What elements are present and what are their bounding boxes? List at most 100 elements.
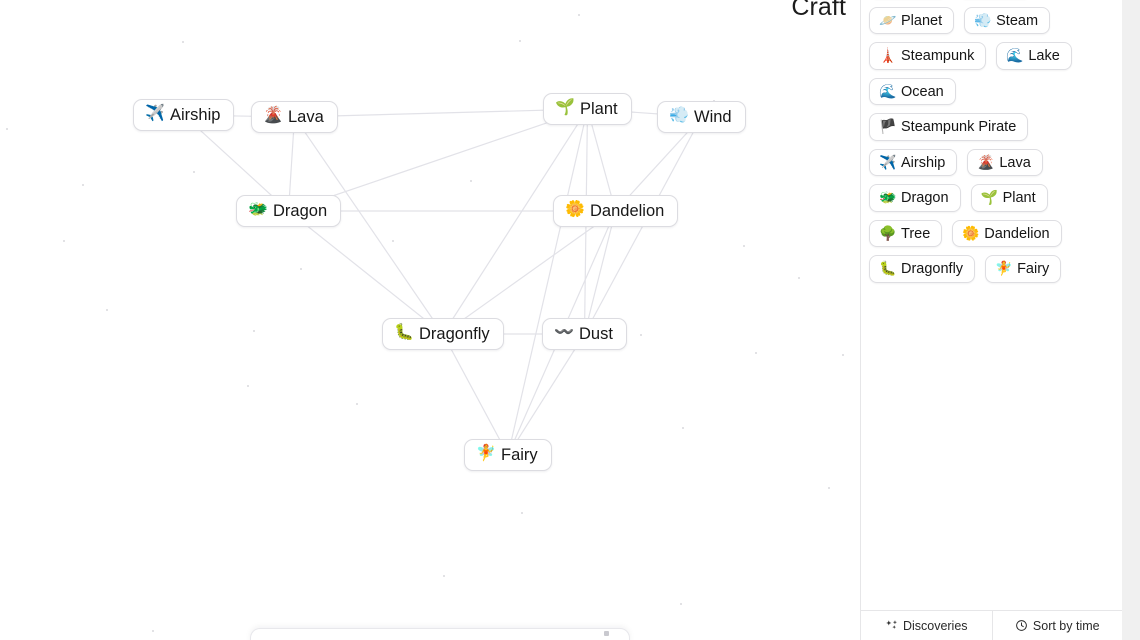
- background-dot: [82, 184, 84, 186]
- airship-icon: ✈️: [879, 153, 897, 170]
- graph-edge: [288, 210, 444, 335]
- discovery-chip-label: Fairy: [1017, 261, 1050, 277]
- discovery-chip-label: Planet: [901, 12, 943, 29]
- background-dot: [6, 128, 8, 130]
- airship-icon: ✈️: [145, 105, 165, 123]
- graph-node-fairy[interactable]: 🧚 Fairy: [464, 439, 552, 471]
- discovery-chip-steam[interactable]: 💨 Steam: [964, 6, 1051, 34]
- discovery-chip-lake[interactable]: 🌊 Lake: [996, 42, 1072, 70]
- lighthouse-icon: 🗼: [879, 47, 897, 64]
- graph-node-label: Plant: [580, 100, 618, 118]
- discovery-chip-ocean[interactable]: 🌊 Ocean: [869, 77, 956, 105]
- discovery-chip-dragon[interactable]: 🐲 Dragon: [869, 184, 961, 212]
- graph-node-lava[interactable]: 🌋 Lava: [251, 101, 338, 133]
- background-dot: [356, 403, 358, 405]
- graph-node-label: Dust: [579, 325, 613, 343]
- background-dot: [798, 277, 800, 279]
- dragon-icon: 🐲: [248, 201, 268, 219]
- seedling-icon: 🌱: [980, 189, 998, 206]
- discovery-chip-lava[interactable]: 🌋 Lava: [967, 148, 1043, 176]
- discoveries-list: 🌍Earth〰️Dust🪐Planet💨Steam🗼Steampunk🌊Lake…: [869, 0, 1114, 283]
- discovery-chip-label: Tree: [901, 225, 931, 242]
- background-dot: [392, 240, 394, 242]
- discovery-chip-label: Steampunk: [901, 48, 975, 64]
- wind-icon: 💨: [669, 107, 689, 125]
- graph-node-dust[interactable]: 〰️ Dust: [542, 318, 627, 350]
- graph-node-label: Dragon: [273, 202, 328, 220]
- discovery-chip-planet[interactable]: 🪐 Planet: [869, 6, 955, 34]
- graph-node-plant[interactable]: 🌱 Plant: [543, 93, 632, 125]
- background-dot: [63, 240, 65, 242]
- graph-node-label: Lava: [288, 108, 324, 126]
- background-dot: [828, 487, 830, 489]
- graph-node-dandelion[interactable]: 🌼 Dandelion: [553, 195, 679, 227]
- discovery-chip-steampunk-pirate[interactable]: 🏴 Steampunk Pirate: [869, 113, 1029, 141]
- background-dot: [152, 630, 154, 632]
- page-title: Craft: [791, 0, 846, 21]
- discovery-chip-label: Plant: [1002, 190, 1036, 206]
- dashing-away-icon: 💨: [974, 11, 992, 28]
- discovery-chip-steampunk[interactable]: 🗼 Steampunk: [869, 42, 987, 70]
- background-dot: [106, 309, 108, 311]
- background-dot: [193, 171, 195, 173]
- discovery-chip-label: Lake: [1028, 48, 1060, 64]
- background-dot: [640, 334, 642, 336]
- discovery-chip-label: Ocean: [901, 83, 944, 100]
- discoveries-button[interactable]: Discoveries: [861, 611, 992, 640]
- background-dot: [842, 354, 844, 356]
- black-flag-icon: 🏴: [879, 118, 897, 135]
- craft-app: ✈️ Airship 🌋 Lava 🌱 Plant 💨 Wind 🐲 Dragon 🌼 Dandeli…: [0, 0, 1140, 640]
- discoveries-sidebar: 🌍Earth〰️Dust🪐Planet💨Steam🗼Steampunk🌊Lake…: [860, 0, 1122, 640]
- background-dot: [521, 512, 523, 514]
- graph-edge: [583, 210, 617, 335]
- discovery-chip-airship[interactable]: ✈️ Airship: [869, 148, 958, 176]
- window-scrollbar-track[interactable]: [1122, 0, 1140, 640]
- fairy-icon: 🧚: [476, 445, 496, 463]
- bottom-sheet-peek[interactable]: [250, 628, 630, 640]
- graph-node-airship[interactable]: ✈️ Airship: [133, 99, 235, 131]
- caterpillar-icon: 🐛: [394, 324, 414, 342]
- graph-edge: [442, 210, 616, 335]
- discovery-chip-tree[interactable]: 🌳 Tree: [869, 219, 943, 247]
- caterpillar-icon: 🐛: [879, 260, 897, 277]
- seedling-icon: 🌱: [555, 99, 575, 117]
- water-wave-icon: 🌊: [879, 82, 897, 99]
- graph-node-dragonfly[interactable]: 🐛 Dragonfly: [382, 318, 504, 350]
- ringed-planet-icon: 🪐: [879, 11, 897, 28]
- blossom-icon: 🌼: [565, 201, 585, 219]
- graph-node-label: Fairy: [501, 446, 538, 464]
- discoveries-scroll-area[interactable]: 🌍Earth〰️Dust🪐Planet💨Steam🗼Steampunk🌊Lake…: [861, 0, 1122, 610]
- discovery-chip-fairy[interactable]: 🧚 Fairy: [985, 255, 1062, 283]
- sidebar-footer: Discoveries Sort by time: [861, 610, 1122, 640]
- discovery-chip-dragonfly[interactable]: 🐛 Dragonfly: [869, 255, 976, 283]
- volcano-icon: 🌋: [263, 107, 283, 125]
- discovery-chip-label: Dragonfly: [901, 261, 964, 277]
- discovery-chip-dandelion[interactable]: 🌼 Dandelion: [952, 219, 1062, 247]
- sort-by-time-button[interactable]: Sort by time: [991, 611, 1122, 640]
- graph-node-label: Airship: [170, 106, 221, 124]
- discovery-chip-label: Steam: [996, 12, 1039, 29]
- sheet-corner-dot: [604, 631, 609, 636]
- graph-edge: [442, 333, 509, 456]
- graph-node-label: Dragonfly: [419, 325, 490, 343]
- discovery-chip-label: Dandelion: [984, 225, 1050, 242]
- background-dot: [519, 40, 521, 42]
- background-dot: [443, 575, 445, 577]
- discovery-chip-plant[interactable]: 🌱 Plant: [970, 184, 1048, 212]
- fairy-icon: 🧚: [995, 260, 1013, 277]
- graph-node-dragon[interactable]: 🐲 Dragon: [236, 195, 342, 227]
- discovery-chip-label: Airship: [901, 154, 946, 171]
- discovery-chip-label: Steampunk Pirate: [901, 119, 1017, 135]
- graph-edge: [507, 108, 589, 456]
- sparkles-icon: [885, 619, 898, 632]
- discoveries-button-label: Discoveries: [902, 618, 968, 633]
- dragon-icon: 🐲: [879, 189, 897, 206]
- background-dot: [743, 245, 745, 247]
- crafting-canvas[interactable]: ✈️ Airship 🌋 Lava 🌱 Plant 💨 Wind 🐲 Dragon 🌼 Dandeli…: [0, 0, 860, 640]
- graph-node-wind[interactable]: 💨 Wind: [657, 101, 746, 133]
- background-dot: [682, 427, 684, 429]
- graph-node-label: Dandelion: [590, 202, 665, 220]
- sort-by-time-button-label: Sort by time: [1032, 618, 1100, 633]
- background-dot: [253, 330, 255, 332]
- wavy-dash-icon: 〰️: [554, 324, 574, 342]
